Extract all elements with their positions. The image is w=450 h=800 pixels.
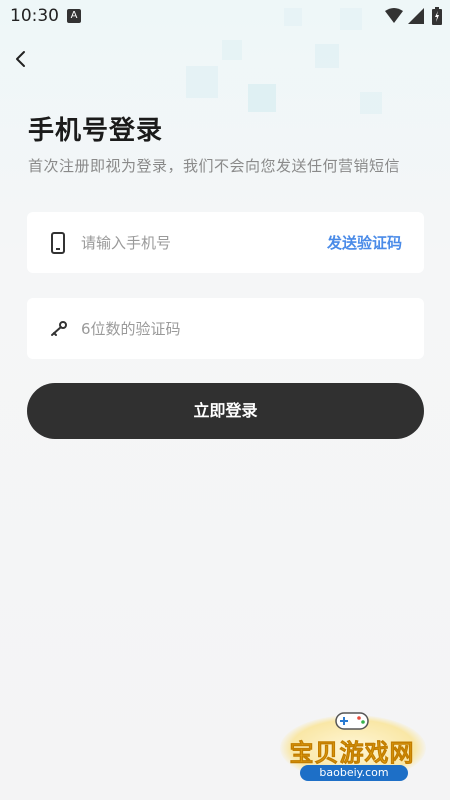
code-field	[27, 298, 424, 359]
signal-icon	[408, 8, 424, 24]
page-title: 手机号登录	[28, 116, 164, 146]
status-bar: 10:30 A	[0, 0, 450, 32]
back-arrow-icon	[16, 51, 25, 67]
back-button[interactable]	[8, 46, 34, 72]
decor-square	[360, 92, 382, 114]
key-icon	[51, 321, 67, 336]
decor-square	[222, 40, 242, 60]
status-time: 10:30	[10, 6, 59, 26]
verification-code-input[interactable]	[81, 298, 401, 359]
decor-square	[186, 66, 218, 98]
wifi-icon	[385, 8, 403, 23]
watermark-logo: 宝贝游戏网 baobeiy.com	[272, 705, 432, 785]
watermark-url: baobeiy.com	[300, 765, 408, 781]
decor-square	[315, 44, 339, 68]
gamepad-icon	[335, 712, 369, 730]
decor-square	[248, 84, 276, 112]
notification-a-icon: A	[67, 9, 81, 23]
phone-input[interactable]	[81, 212, 321, 273]
phone-field: 发送验证码	[27, 212, 424, 273]
send-code-button[interactable]: 发送验证码	[327, 232, 402, 253]
login-button[interactable]: 立即登录	[27, 383, 424, 439]
watermark-text: 宝贝游戏网	[289, 739, 415, 768]
page-subtitle: 首次注册即视为登录，我们不会向您发送任何营销短信	[28, 157, 401, 175]
battery-icon	[432, 7, 442, 25]
phone-icon	[51, 232, 65, 254]
